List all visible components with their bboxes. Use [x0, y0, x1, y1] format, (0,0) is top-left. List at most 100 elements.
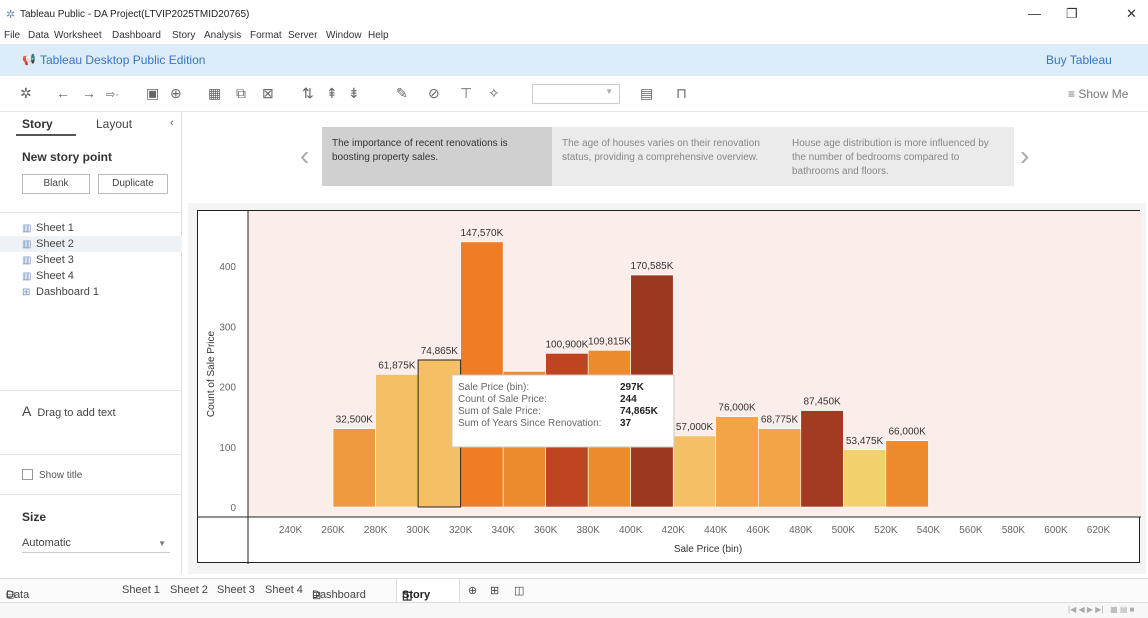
restore-button[interactable]: ❐: [1066, 6, 1078, 22]
data-label: 61,875K: [378, 360, 416, 371]
tooltip-value: 74,865K: [620, 406, 659, 417]
highlight-icon[interactable]: ✎: [396, 85, 408, 102]
forward-icon[interactable]: →: [82, 85, 96, 101]
menu-server[interactable]: Server: [288, 30, 317, 41]
title-bar: ✲ Tableau Public - DA Project(LTVIP2025T…: [0, 0, 1148, 28]
sort-ascending-icon[interactable]: ⇞: [326, 85, 338, 102]
menu-window[interactable]: Window: [326, 30, 362, 41]
minimize-button[interactable]: —: [1028, 6, 1041, 21]
bar-chart-icon: ▥: [22, 239, 32, 250]
data-label: 66,000K: [888, 427, 926, 438]
duplicate-sheet-icon[interactable]: ⧉: [236, 85, 246, 102]
tooltip-value: 37: [620, 418, 632, 429]
bar: [757, 428, 802, 508]
x-tick-label: 440K: [704, 525, 728, 536]
story-point-2[interactable]: The age of houses varies on their renova…: [552, 127, 782, 186]
data-label: 68,775K: [761, 415, 799, 426]
y-tick-label: 0: [230, 503, 236, 514]
bar-chart-icon: ▥: [22, 271, 32, 282]
new-worksheet-icon[interactable]: ▦: [208, 85, 221, 102]
story-next-arrow[interactable]: ›: [1020, 140, 1029, 172]
sheet-tabs-bar: ⛁ Data Source Sheet 1 Sheet 2 Sheet 3 Sh…: [0, 578, 1148, 613]
x-tick-label: 540K: [917, 525, 941, 536]
dashboard-item-1[interactable]: ⊞ Dashboard 1: [22, 286, 99, 298]
sheet-navigation-icons[interactable]: |◀ ◀ ▶ ▶| ▦ ▤ ■: [1068, 605, 1135, 614]
show-title-checkbox[interactable]: Show title: [22, 469, 82, 481]
x-tick-label: 240K: [279, 525, 303, 536]
group-icon[interactable]: ⊘: [428, 85, 440, 102]
close-button[interactable]: ✕: [1126, 6, 1137, 22]
save-icon[interactable]: ▣: [146, 85, 159, 102]
new-story-point-heading: New story point: [22, 150, 113, 164]
data-label: 53,475K: [846, 436, 884, 447]
menu-file[interactable]: File: [4, 30, 20, 41]
duplicate-button[interactable]: Duplicate: [98, 174, 168, 194]
bar: [375, 374, 419, 508]
menu-help[interactable]: Help: [368, 30, 389, 41]
blank-button[interactable]: Blank: [22, 174, 90, 194]
pin-icon[interactable]: ✧: [488, 85, 500, 102]
x-tick-label: 340K: [491, 525, 515, 536]
tab-sheet-4[interactable]: Sheet 4: [265, 584, 303, 596]
dashboard-icon: ⊞: [22, 287, 31, 298]
sheet-item-3[interactable]: ▥ Sheet 3: [22, 254, 74, 266]
presentation-icon[interactable]: ⊓: [676, 85, 687, 102]
tab-sheet-1[interactable]: Sheet 1: [122, 584, 160, 596]
tab-sheet-2[interactable]: Sheet 2: [170, 584, 208, 596]
new-dashboard-tab-icon[interactable]: ⊞: [490, 584, 499, 597]
data-label: 76,000K: [718, 403, 756, 414]
tab-sheet-3[interactable]: Sheet 3: [217, 584, 255, 596]
sort-descending-icon[interactable]: ⇟: [348, 85, 360, 102]
show-cards-icon[interactable]: ▤: [640, 85, 653, 102]
x-tick-label: 300K: [406, 525, 430, 536]
new-worksheet-tab-icon[interactable]: ⊕: [468, 584, 477, 597]
sheet-item-2[interactable]: ▥ Sheet 2: [22, 238, 74, 250]
story-prev-arrow[interactable]: ‹: [300, 140, 309, 172]
tab-story[interactable]: Story: [22, 117, 53, 131]
sheet-item-4[interactable]: ▥ Sheet 4: [22, 270, 74, 282]
swap-icon[interactable]: ⇅: [302, 85, 314, 102]
fit-dropdown[interactable]: ▼: [532, 84, 620, 104]
active-tab-indicator: [16, 134, 76, 136]
x-tick-label: 500K: [832, 525, 856, 536]
menu-format[interactable]: Format: [250, 30, 282, 41]
menu-dashboard[interactable]: Dashboard: [112, 30, 161, 41]
x-tick-label: 580K: [1002, 525, 1026, 536]
bar: [672, 435, 717, 508]
tooltip-value: 244: [620, 394, 637, 405]
story-point-1[interactable]: The importance of recent renovations is …: [322, 127, 552, 186]
x-tick-label: 260K: [321, 525, 345, 536]
x-tick-label: 420K: [662, 525, 686, 536]
label-icon[interactable]: ⊤: [460, 85, 472, 102]
back-icon[interactable]: ←: [56, 85, 70, 101]
x-tick-label: 280K: [364, 525, 388, 536]
new-story-tab-icon[interactable]: ◫: [514, 584, 524, 597]
drag-text-object[interactable]: A Drag to add text: [22, 403, 116, 419]
x-tick-label: 360K: [534, 525, 558, 536]
bar: [800, 410, 844, 508]
data-label: 170,585K: [631, 261, 674, 272]
buy-tableau-link[interactable]: Buy Tableau: [1046, 53, 1112, 67]
data-label: 87,450K: [803, 397, 841, 408]
story-point-3[interactable]: House age distribution is more influence…: [782, 127, 1014, 186]
collapse-icon[interactable]: ‹: [170, 117, 174, 129]
menu-story[interactable]: Story: [172, 30, 195, 41]
tab-layout[interactable]: Layout: [96, 117, 132, 131]
x-tick-label: 600K: [1044, 525, 1068, 536]
size-select[interactable]: Automatic ▼: [22, 537, 170, 553]
data-label: 147,570K: [460, 228, 503, 239]
x-tick-label: 400K: [619, 525, 643, 536]
show-me-button[interactable]: ≡ Show Me: [1068, 87, 1128, 101]
x-tick-label: 520K: [874, 525, 898, 536]
redo-icon[interactable]: ⇨·: [106, 88, 119, 101]
tableau-icon[interactable]: ✲: [20, 85, 32, 102]
menu-worksheet[interactable]: Worksheet: [54, 30, 102, 41]
sheet-item-1[interactable]: ▥ Sheet 1: [22, 222, 74, 234]
new-data-source-icon[interactable]: ⊕: [170, 85, 182, 102]
menu-data[interactable]: Data: [28, 30, 49, 41]
bar-chart-icon: ▥: [22, 255, 32, 266]
clear-sheet-icon[interactable]: ⊠: [262, 85, 274, 102]
menu-analysis[interactable]: Analysis: [204, 30, 241, 41]
size-heading: Size: [22, 510, 47, 524]
data-label: 109,815K: [588, 336, 631, 347]
